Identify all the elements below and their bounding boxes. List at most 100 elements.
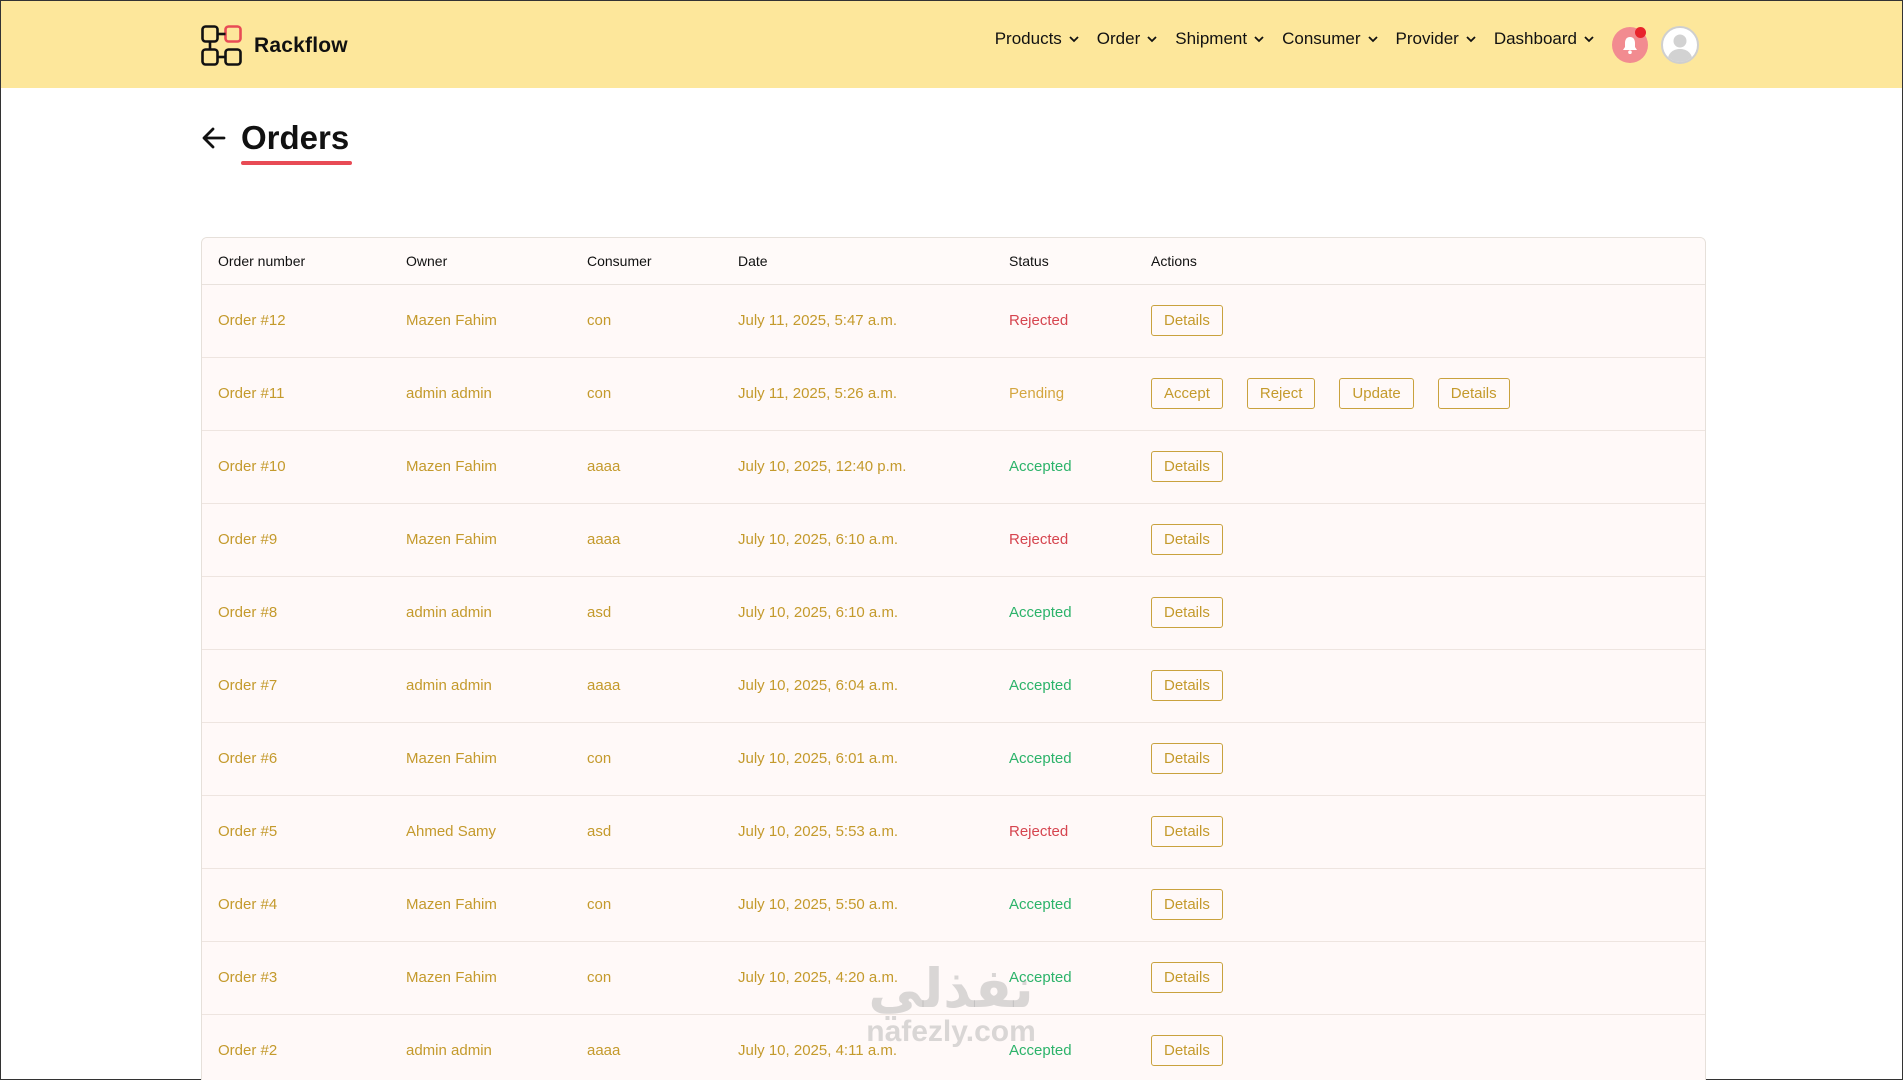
actions-cell: Details bbox=[1135, 868, 1705, 942]
chevron-down-icon bbox=[1254, 36, 1264, 43]
actions-group: Details bbox=[1151, 743, 1705, 774]
nav-label: Order bbox=[1096, 29, 1141, 48]
owner-cell: Mazen Fahim bbox=[390, 503, 571, 577]
nav-dashboard[interactable]: Dashboard bbox=[1494, 29, 1595, 49]
accept-button[interactable]: Accept bbox=[1151, 378, 1223, 409]
chevron-down-icon bbox=[1147, 36, 1157, 43]
owner-cell: admin admin bbox=[390, 649, 571, 723]
page-title: Orders bbox=[241, 119, 350, 156]
brand[interactable]: Rackflow bbox=[201, 25, 348, 66]
nav-label: Products bbox=[994, 29, 1062, 48]
order-number-cell[interactable]: Order #7 bbox=[202, 649, 390, 723]
nav-products[interactable]: Products bbox=[995, 29, 1080, 49]
title-wrap: Orders bbox=[241, 119, 352, 165]
order-number-cell[interactable]: Order #10 bbox=[202, 430, 390, 504]
date-cell: July 10, 2025, 6:10 a.m. bbox=[722, 576, 993, 650]
header-consumer: Consumer bbox=[571, 238, 722, 285]
details-button[interactable]: Details bbox=[1151, 743, 1223, 774]
actions-group: Details bbox=[1151, 451, 1705, 482]
order-number-cell[interactable]: Order #12 bbox=[202, 284, 390, 358]
reject-button[interactable]: Reject bbox=[1246, 378, 1316, 409]
consumer-cell: aaaa bbox=[571, 1014, 722, 1080]
nav-order[interactable]: Order bbox=[1097, 29, 1158, 49]
consumer-cell: con bbox=[571, 284, 722, 358]
order-number-cell[interactable]: Order #9 bbox=[202, 503, 390, 577]
nav-shipment[interactable]: Shipment bbox=[1175, 29, 1265, 49]
details-button[interactable]: Details bbox=[1151, 670, 1223, 701]
status-cell: Rejected bbox=[993, 795, 1135, 869]
table-row: Order #4 Mazen Fahim con July 10, 2025, 5:5… bbox=[202, 868, 1705, 942]
header-date: Date bbox=[722, 238, 993, 285]
order-number-cell[interactable]: Order #8 bbox=[202, 576, 390, 650]
date-cell: July 10, 2025, 6:01 a.m. bbox=[722, 722, 993, 796]
table-row: Order #2 admin admin aaaa July 10, 2025, 4:… bbox=[202, 1014, 1705, 1080]
owner-cell: admin admin bbox=[390, 576, 571, 650]
actions-cell: Details bbox=[1135, 503, 1705, 577]
details-button[interactable]: Details bbox=[1151, 524, 1223, 555]
order-number-cell[interactable]: Order #5 bbox=[202, 795, 390, 869]
table-header-row: Order number Owner Consumer Date Status … bbox=[202, 238, 1705, 285]
table-row: Order #3 Mazen Fahim con July 10, 2025, 4:2… bbox=[202, 941, 1705, 1015]
consumer-cell: con bbox=[571, 941, 722, 1015]
header-owner: Owner bbox=[390, 238, 571, 285]
details-button[interactable]: Details bbox=[1151, 889, 1223, 920]
status-cell: Accepted bbox=[993, 430, 1135, 504]
table-row: Order #11 admin admin con July 11, 2025, 5:… bbox=[202, 357, 1705, 431]
chevron-down-icon bbox=[1367, 36, 1378, 43]
orders-table-card: Order number Owner Consumer Date Status … bbox=[201, 237, 1706, 1080]
notifications-button[interactable] bbox=[1612, 27, 1648, 63]
nav-consumer[interactable]: Consumer bbox=[1282, 29, 1378, 49]
actions-cell: Details bbox=[1135, 430, 1705, 504]
actions-group: Details bbox=[1151, 524, 1705, 555]
actions-group: Details bbox=[1151, 816, 1705, 847]
actions-cell: Details bbox=[1135, 576, 1705, 650]
actions-group: Details bbox=[1151, 305, 1705, 336]
table-row: Order #6 Mazen Fahim con July 10, 2025, 6:0… bbox=[202, 722, 1705, 796]
notification-badge bbox=[1635, 27, 1646, 38]
table-row: Order #10 Mazen Fahim aaaa July 10, 2025, 1… bbox=[202, 430, 1705, 504]
consumer-cell: aaaa bbox=[571, 649, 722, 723]
order-number-cell[interactable]: Order #2 bbox=[202, 1014, 390, 1080]
actions-cell: Details bbox=[1135, 649, 1705, 723]
details-button[interactable]: Details bbox=[1151, 962, 1223, 993]
details-button[interactable]: Details bbox=[1437, 378, 1510, 409]
table-row: Order #12 Mazen Fahim con July 11, 2025, 5:… bbox=[202, 284, 1705, 358]
date-cell: July 10, 2025, 6:04 a.m. bbox=[722, 649, 993, 723]
owner-cell: admin admin bbox=[390, 1014, 571, 1080]
details-button[interactable]: Details bbox=[1151, 816, 1223, 847]
details-button[interactable]: Details bbox=[1151, 305, 1223, 336]
chevron-down-icon bbox=[1069, 36, 1079, 43]
actions-group: Details bbox=[1151, 1035, 1705, 1066]
status-cell: Accepted bbox=[993, 576, 1135, 650]
owner-cell: Mazen Fahim bbox=[390, 284, 571, 358]
order-number-cell[interactable]: Order #6 bbox=[202, 722, 390, 796]
consumer-cell: con bbox=[571, 357, 722, 431]
order-number-cell[interactable]: Order #3 bbox=[202, 941, 390, 1015]
actions-cell: Details bbox=[1135, 795, 1705, 869]
details-button[interactable]: Details bbox=[1151, 451, 1223, 482]
actions-group: Details bbox=[1151, 962, 1705, 993]
order-number-cell[interactable]: Order #11 bbox=[202, 357, 390, 431]
actions-cell: Details bbox=[1135, 941, 1705, 1015]
arrow-left-icon[interactable] bbox=[201, 125, 227, 151]
consumer-cell: asd bbox=[571, 576, 722, 650]
details-button[interactable]: Details bbox=[1151, 597, 1223, 628]
date-cell: July 10, 2025, 4:20 a.m. bbox=[722, 941, 993, 1015]
nav-label: Dashboard bbox=[1493, 29, 1577, 48]
title-underline bbox=[241, 161, 352, 165]
details-button[interactable]: Details bbox=[1151, 1035, 1223, 1066]
user-avatar[interactable] bbox=[1661, 26, 1699, 64]
actions-cell: Details bbox=[1135, 1014, 1705, 1080]
table-row: Order #5 Ahmed Samy asd July 10, 2025, 5:53… bbox=[202, 795, 1705, 869]
top-navbar: Rackflow Products Order Shipment Consume… bbox=[1, 1, 1902, 88]
date-cell: July 10, 2025, 6:10 a.m. bbox=[722, 503, 993, 577]
header-status: Status bbox=[993, 238, 1135, 285]
update-button[interactable]: Update bbox=[1339, 378, 1414, 409]
date-cell: July 11, 2025, 5:47 a.m. bbox=[722, 284, 993, 358]
nav-provider[interactable]: Provider bbox=[1396, 29, 1477, 49]
consumer-cell: asd bbox=[571, 795, 722, 869]
order-number-cell[interactable]: Order #4 bbox=[202, 868, 390, 942]
table-row: Order #8 admin admin asd July 10, 2025, 6:1… bbox=[202, 576, 1705, 650]
owner-cell: Mazen Fahim bbox=[390, 430, 571, 504]
header-actions: Actions bbox=[1135, 238, 1705, 285]
